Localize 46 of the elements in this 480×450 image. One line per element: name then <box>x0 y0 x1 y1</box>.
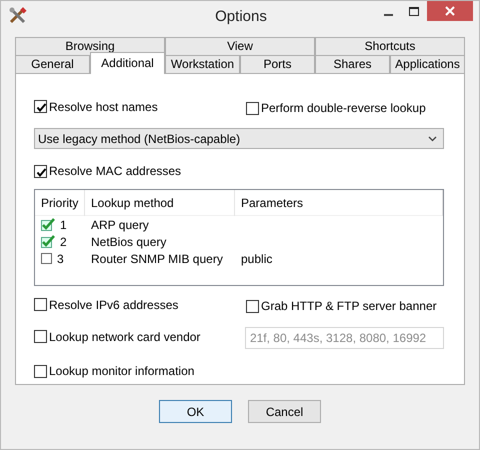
minimize-icon <box>384 14 392 16</box>
table-cell-text: Router SNMP MIB query <box>90 250 224 268</box>
checkmark-icon[interactable] <box>41 218 55 231</box>
tab[interactable]: Applications <box>390 55 465 73</box>
checkbox-label: Resolve host names <box>49 98 158 116</box>
tab[interactable]: Shares <box>315 55 390 73</box>
checkbox-label: Resolve MAC addresses <box>49 163 182 180</box>
checkbox[interactable] <box>34 364 47 378</box>
close-icon <box>445 6 455 16</box>
checkmark-icon[interactable] <box>41 235 55 248</box>
checkbox-label: Lookup network card vendor <box>49 328 200 346</box>
checkbox[interactable] <box>34 330 47 344</box>
checkbox[interactable] <box>246 300 259 312</box>
ok-button[interactable]: OK <box>159 400 232 423</box>
checkbox-label: Lookup monitor information <box>49 363 194 380</box>
table-cell-text: 3 <box>57 250 64 268</box>
tab[interactable]: Additional <box>90 52 165 74</box>
caret-icon <box>428 136 437 142</box>
checkbox-label: Resolve IPv6 addresses <box>49 296 178 314</box>
maximize-icon <box>409 6 419 16</box>
checkbox-label: Grab HTTP & FTP server banner <box>261 298 437 315</box>
table-cell-text: NetBios query <box>90 234 168 250</box>
method-dropdown[interactable]: Use legacy method (NetBios-capable) <box>34 128 444 149</box>
tools-icon <box>9 7 27 25</box>
tab[interactable]: General <box>15 55 90 73</box>
tab[interactable]: Browsing <box>15 37 165 55</box>
window-title: Options <box>214 7 268 27</box>
checkbox[interactable] <box>246 102 259 114</box>
table-cell-text: 1 <box>60 216 67 234</box>
checkbox[interactable] <box>34 298 47 312</box>
column-header[interactable]: Parameters <box>235 190 443 216</box>
tab[interactable]: Ports <box>240 55 315 73</box>
table-cell-text: ARP query <box>90 216 150 234</box>
tab[interactable]: Workstation <box>165 55 240 73</box>
checkbox[interactable] <box>34 164 47 178</box>
tab[interactable]: Shortcuts <box>315 37 465 55</box>
cancel-button[interactable]: Cancel <box>248 400 321 423</box>
table-cell-text: 2 <box>60 234 67 250</box>
checkbox[interactable] <box>34 100 47 114</box>
checkbox[interactable] <box>41 253 52 264</box>
table-cell: public <box>241 252 272 266</box>
column-header[interactable]: Lookup method <box>85 190 235 216</box>
tab[interactable]: View <box>165 37 315 55</box>
checkbox-label: Perform double-reverse lookup <box>261 100 426 117</box>
column-header[interactable]: Priority <box>35 190 85 216</box>
close-button[interactable] <box>427 1 473 21</box>
